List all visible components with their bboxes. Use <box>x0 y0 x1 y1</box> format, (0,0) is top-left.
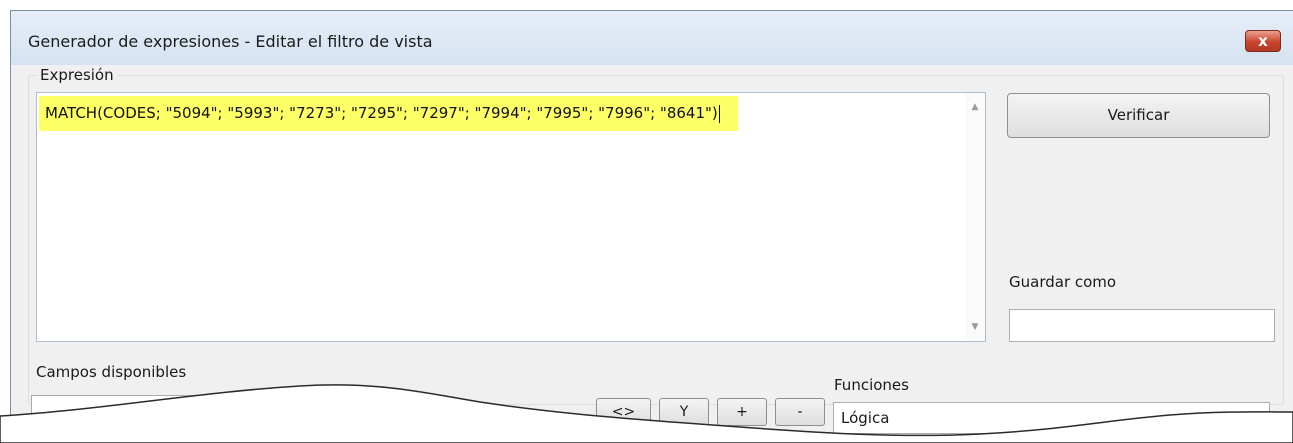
expression-text: MATCH(CODES; "5094"; "5993"; "7273"; "72… <box>45 104 718 122</box>
not-equal-button[interactable]: <> <box>596 398 651 426</box>
expression-builder-dialog: Generador de expresiones - Editar el fil… <box>10 10 1293 443</box>
expression-group-label: Expresión <box>37 66 117 84</box>
expression-editor[interactable]: MATCH(CODES; "5094"; "5993"; "7273"; "72… <box>36 92 986 342</box>
close-button[interactable]: x <box>1245 30 1281 52</box>
functions-label: Funciones <box>834 376 909 394</box>
functions-dropdown[interactable]: Lógica ▼ <box>833 402 1270 434</box>
plus-button[interactable]: + <box>717 398 767 426</box>
available-fields-list[interactable] <box>31 395 211 435</box>
and-button[interactable]: Y <box>659 398 709 426</box>
minus-button[interactable]: - <box>775 398 825 426</box>
expression-highlight: MATCH(CODES; "5094"; "5993"; "7273"; "72… <box>39 96 738 131</box>
dropdown-arrow-icon: ▼ <box>1253 409 1263 423</box>
verify-button[interactable]: Verificar <box>1007 93 1270 138</box>
functions-selected-value: Lógica <box>841 409 890 427</box>
save-as-label: Guardar como <box>1009 273 1117 291</box>
window-title: Generador de expresiones - Editar el fil… <box>28 32 433 51</box>
title-bar: Generador de expresiones - Editar el fil… <box>11 11 1293 65</box>
expression-scrollbar[interactable]: ▲ ▼ <box>965 93 985 341</box>
scroll-down-arrow-icon[interactable]: ▼ <box>965 316 985 338</box>
scroll-up-arrow-icon[interactable]: ▲ <box>965 96 985 118</box>
text-caret <box>718 104 720 123</box>
dialog-body: Expresión MATCH(CODES; "5094"; "5993"; "… <box>11 65 1293 443</box>
available-fields-label: Campos disponibles <box>36 363 187 381</box>
save-as-input[interactable] <box>1009 309 1275 342</box>
